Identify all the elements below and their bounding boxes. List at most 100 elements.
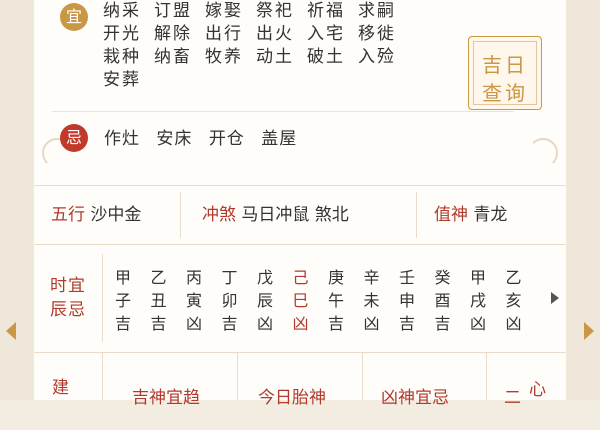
inauspicious-gods-tab[interactable]: 凶神宜忌: [381, 383, 449, 430]
hour-luck: 吉: [114, 314, 131, 333]
hour-column[interactable]: 辛未凶: [361, 266, 383, 335]
zhishen-value: 青龙: [473, 205, 508, 225]
hour-luck: 凶: [185, 314, 202, 333]
good-item: 入宅: [307, 24, 345, 44]
hour-stem: 壬: [398, 268, 415, 287]
lookup-label-line2: 查询: [482, 81, 528, 105]
hour-column[interactable]: 庚午吉: [325, 266, 347, 335]
chongsha-label: 冲煞: [202, 205, 236, 225]
chevron-right-icon[interactable]: [551, 292, 559, 304]
hour-column[interactable]: 甲戌凶: [467, 266, 489, 335]
bottom-row: 建 吉神宜趋 今日胎神 凶神宜忌 心 二: [34, 353, 566, 408]
chongsha-value: 马日冲鼠 煞北: [241, 205, 349, 225]
section-divider: [52, 111, 514, 112]
hour-stem: 乙: [150, 268, 167, 287]
good-item: 订盟: [154, 1, 192, 21]
cloud-ornament-icon: [528, 138, 558, 168]
hour-stem: 乙: [505, 268, 522, 287]
good-item: 解除: [154, 24, 192, 44]
good-item: 求嗣: [358, 1, 396, 21]
hour-stem: 甲: [114, 268, 131, 287]
bottom-separator: [486, 353, 487, 400]
good-item: 动土: [256, 47, 294, 67]
good-item: 出行: [205, 24, 243, 44]
hour-branch: 申: [398, 291, 415, 310]
hour-branch: 酉: [434, 291, 451, 310]
bottom-separator: [237, 353, 238, 400]
hours-separator: [102, 254, 103, 342]
hour-luck: 凶: [469, 314, 486, 333]
hour-stem: 甲: [469, 268, 486, 287]
chongsha-cell[interactable]: 冲煞 马日冲鼠 煞北: [202, 186, 349, 244]
good-activities-grid: 纳采 订盟 嫁娶 祭祀 祈福 求嗣 开光 解除 出行 出火 入宅 移徙 栽种 纳畜 牧养 动土 破土 入殓 安葬: [103, 0, 409, 92]
hour-luck: 凶: [256, 314, 273, 333]
good-item: 祈福: [307, 1, 345, 21]
band-separator: [180, 192, 181, 238]
hour-branch: 巳: [292, 291, 309, 310]
right-left-char: 二: [504, 388, 521, 408]
bad-item: 安床: [156, 129, 193, 149]
hour-branch: 午: [327, 291, 344, 310]
auspicious-day-lookup-button[interactable]: 吉日 查询: [468, 36, 542, 110]
auspicious-gods-tab[interactable]: 吉神宜趋: [132, 383, 200, 430]
hour-column[interactable]: 甲子吉: [112, 266, 134, 335]
hour-column[interactable]: 癸酉吉: [432, 266, 454, 335]
hour-stem: 己: [292, 268, 309, 287]
hour-branch: 子: [114, 291, 131, 310]
wuxing-cell[interactable]: 五行 沙中金: [51, 186, 141, 244]
good-badge: 宜: [60, 3, 88, 31]
good-item: 牧养: [205, 47, 243, 67]
hour-branch: 戌: [469, 291, 486, 310]
hour-column[interactable]: 乙丑吉: [148, 266, 170, 335]
good-item: 纳采: [103, 1, 141, 21]
good-item: 祭祀: [256, 1, 294, 21]
good-item: 栽种: [103, 47, 141, 67]
prev-day-arrow-icon[interactable]: [6, 322, 16, 340]
good-item: 出火: [256, 24, 294, 44]
hours-label-line2: 辰忌: [50, 300, 86, 320]
right-top-char: 心: [529, 380, 546, 400]
bottom-separator: [102, 353, 103, 400]
info-band: 五行 沙中金 冲煞 马日冲鼠 煞北 值神 青龙: [34, 185, 566, 245]
hour-stem: 庚: [327, 268, 344, 287]
bad-item: 开仓: [208, 129, 245, 149]
left-page-edge: [0, 0, 35, 400]
hour-branch: 寅: [185, 291, 202, 310]
hour-luck: 凶: [292, 314, 309, 333]
hour-luck: 吉: [398, 314, 415, 333]
bad-activities-list: 作灶 安床 开仓 盖屋: [104, 124, 307, 149]
hour-luck: 吉: [150, 314, 167, 333]
hour-luck: 凶: [505, 314, 522, 333]
hour-column[interactable]: 戊辰凶: [254, 266, 276, 335]
hour-luck: 吉: [327, 314, 344, 333]
hour-column[interactable]: 乙亥凶: [503, 266, 525, 335]
next-day-arrow-icon[interactable]: [584, 322, 594, 340]
hour-column[interactable]: 丁卯吉: [219, 266, 241, 335]
lookup-label-line1: 吉日: [482, 53, 528, 77]
jianchu-char[interactable]: 建: [52, 373, 69, 420]
hour-luck: 吉: [434, 314, 451, 333]
good-item: 嫁娶: [205, 1, 243, 21]
right-page-edge: [565, 0, 600, 400]
hours-label-line1: 时宜: [50, 276, 86, 296]
hour-stem: 丁: [221, 268, 238, 287]
hour-column[interactable]: 己巳凶: [290, 266, 312, 335]
hour-branch: 卯: [221, 291, 238, 310]
hour-branch: 亥: [505, 291, 522, 310]
hour-branch: 辰: [256, 291, 273, 310]
zhishen-label: 值神: [434, 205, 468, 225]
hour-luck-panel: 时宜 辰忌 甲子吉乙丑吉丙寅凶丁卯吉戊辰凶己巳凶庚午吉辛未凶壬申吉癸酉吉甲戌凶乙…: [34, 244, 566, 353]
bottom-separator: [362, 353, 363, 400]
hour-column[interactable]: 丙寅凶: [183, 266, 205, 335]
hour-column[interactable]: 壬申吉: [396, 266, 418, 335]
bad-item: 盖屋: [261, 129, 298, 149]
hour-stem: 丙: [185, 268, 202, 287]
fetal-god-tab[interactable]: 今日胎神: [258, 383, 326, 430]
zhishen-cell[interactable]: 值神 青龙: [434, 186, 507, 244]
band-separator: [416, 192, 417, 238]
hour-luck: 吉: [221, 314, 238, 333]
wuxing-value: 沙中金: [90, 205, 142, 225]
bad-badge: 忌: [60, 124, 88, 152]
good-item: 安葬: [103, 70, 141, 90]
wuxing-label: 五行: [51, 205, 85, 225]
